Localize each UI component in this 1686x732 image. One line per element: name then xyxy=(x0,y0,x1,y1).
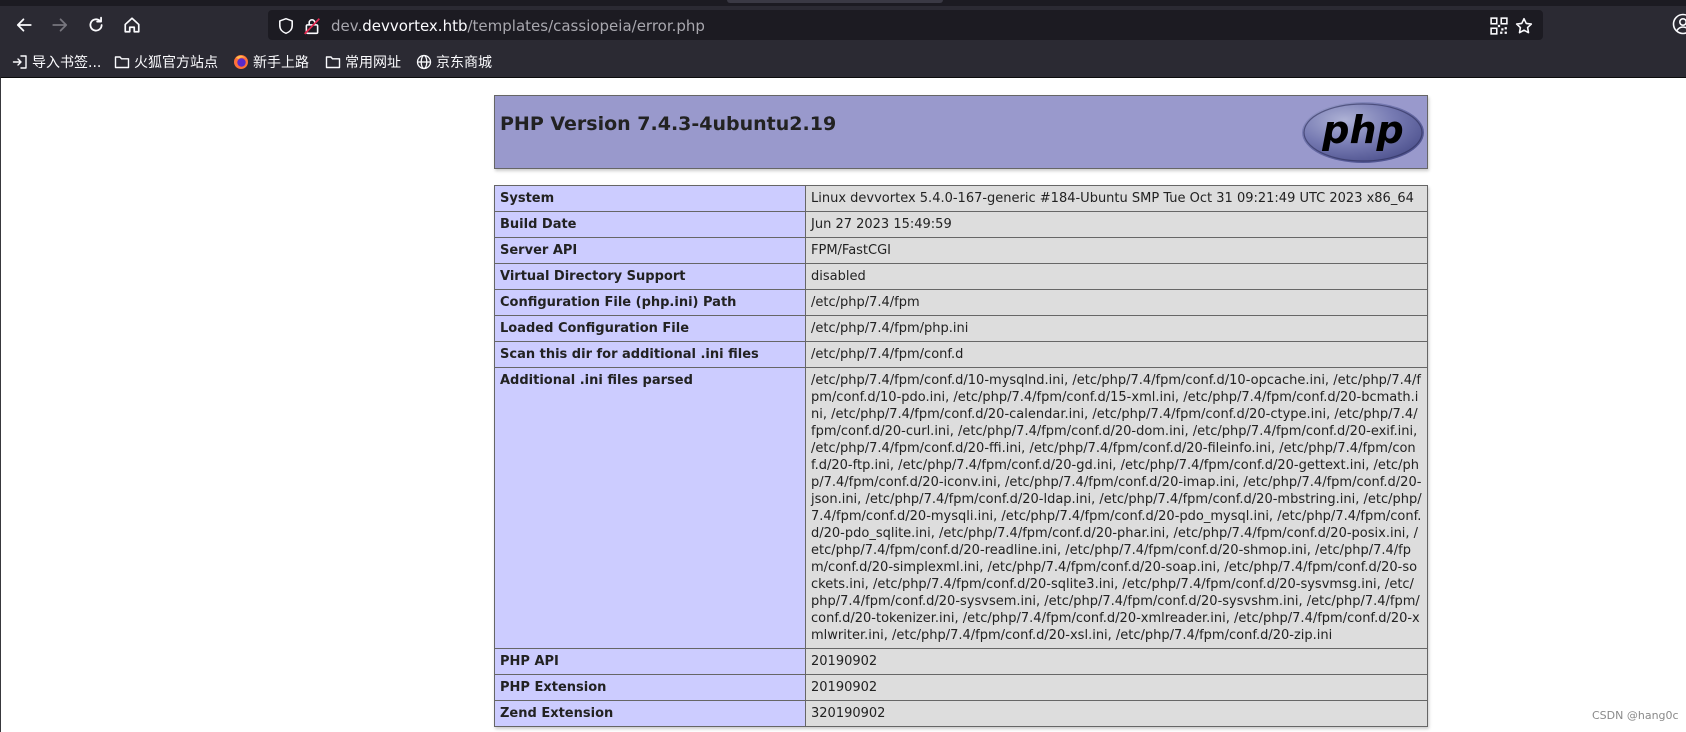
browser-toolbar: dev.devvortex.htb/templates/cassiopeia/e… xyxy=(0,0,1686,77)
info-value: 320190902 xyxy=(805,700,1428,727)
info-row: Additional .ini files parsed/etc/php/7.4… xyxy=(494,367,1428,649)
info-value: disabled xyxy=(805,263,1428,290)
bookmark-star-icon[interactable] xyxy=(1515,17,1533,35)
php-logo-text: php xyxy=(1321,108,1403,152)
back-arrow-icon xyxy=(16,18,32,32)
account-icon[interactable] xyxy=(1672,13,1686,35)
bookmark-getting-started[interactable]: 新手上路 xyxy=(233,51,309,73)
info-row: Configuration File (php.ini) Path/etc/ph… xyxy=(494,289,1428,316)
info-row: Loaded Configuration File/etc/php/7.4/fp… xyxy=(494,315,1428,342)
folder-icon xyxy=(325,56,341,69)
forward-arrow-icon xyxy=(52,18,68,32)
bookmark-label: 常用网址 xyxy=(345,55,401,71)
info-value: Jun 27 2023 15:49:59 xyxy=(805,211,1428,238)
back-button[interactable] xyxy=(9,10,39,40)
home-button[interactable] xyxy=(117,10,147,40)
bookmark-jd-mall[interactable]: 京东商城 xyxy=(416,51,492,73)
firefox-icon xyxy=(234,55,248,69)
info-key: Server API xyxy=(494,237,806,264)
info-key: Configuration File (php.ini) Path xyxy=(494,289,806,316)
reload-icon xyxy=(89,16,103,32)
php-logo[interactable]: php xyxy=(1301,101,1425,164)
phpinfo-container: PHP Version 7.4.3-4ubuntu2.19 php System… xyxy=(494,95,1428,727)
active-tab-edge[interactable] xyxy=(727,0,943,3)
info-key: Additional .ini files parsed xyxy=(494,367,806,649)
info-value: /etc/php/7.4/fpm/conf.d/10-mysqlnd.ini, … xyxy=(805,367,1428,649)
info-value: FPM/FastCGI xyxy=(805,237,1428,264)
reload-button[interactable] xyxy=(81,10,111,40)
bookmark-common-sites[interactable]: 常用网址 xyxy=(325,51,401,73)
url-host: devvortex.htb xyxy=(362,17,468,35)
info-value: /etc/php/7.4/fpm/conf.d xyxy=(805,341,1428,368)
bookmark-firefox-site[interactable]: 火狐官方站点 xyxy=(114,51,218,73)
info-value: 20190902 xyxy=(805,674,1428,701)
url-path: /templates/cassiopeia/error.php xyxy=(467,17,705,35)
info-value: 20190902 xyxy=(805,648,1428,675)
home-icon xyxy=(124,17,140,33)
qr-code-icon[interactable] xyxy=(1490,17,1508,35)
info-row: System Linux devvortex 5.4.0-167-generic … xyxy=(494,185,1428,212)
bookmark-label: 导入书签... xyxy=(32,55,102,71)
insecure-lock-icon[interactable] xyxy=(303,17,321,35)
info-row: PHP API 20190902 xyxy=(494,648,1428,675)
info-value: /etc/php/7.4/fpm/php.ini xyxy=(805,315,1428,342)
bookmark-label: 京东商城 xyxy=(436,55,492,71)
folder-icon xyxy=(114,56,130,69)
php-version-title: PHP Version 7.4.3-4ubuntu2.19 xyxy=(500,113,837,135)
info-row: Server API FPM/FastCGI xyxy=(494,237,1428,264)
info-key: Virtual Directory Support xyxy=(494,263,806,290)
info-key: PHP API xyxy=(494,648,806,675)
page-viewport: PHP Version 7.4.3-4ubuntu2.19 php System… xyxy=(0,77,1686,732)
address-bar[interactable]: dev.devvortex.htb/templates/cassiopeia/e… xyxy=(268,10,1543,40)
bookmark-label: 新手上路 xyxy=(253,55,309,71)
csdn-watermark: CSDN @hang0c xyxy=(1592,709,1679,722)
info-row: Zend Extension 320190902 xyxy=(494,700,1428,727)
info-key: Build Date xyxy=(494,211,806,238)
forward-button[interactable] xyxy=(45,10,75,40)
info-row: Build Date Jun 27 2023 15:49:59 xyxy=(494,211,1428,238)
info-key: Scan this dir for additional .ini files xyxy=(494,341,806,368)
url-text[interactable]: dev.devvortex.htb/templates/cassiopeia/e… xyxy=(331,17,705,35)
import-icon xyxy=(12,55,27,69)
info-value: Linux devvortex 5.4.0-167-generic #184-U… xyxy=(805,185,1428,212)
info-key: Loaded Configuration File xyxy=(494,315,806,342)
phpinfo-table: System Linux devvortex 5.4.0-167-generic … xyxy=(494,185,1428,727)
info-row: Virtual Directory Support disabled xyxy=(494,263,1428,290)
bookmark-label: 火狐官方站点 xyxy=(134,55,218,71)
globe-icon xyxy=(416,54,432,70)
url-host-prefix: dev. xyxy=(331,17,363,35)
info-value: /etc/php/7.4/fpm xyxy=(805,289,1428,316)
info-row: Scan this dir for additional .ini files /… xyxy=(494,341,1428,368)
info-key: Zend Extension xyxy=(494,700,806,727)
info-key: System xyxy=(494,185,806,212)
shield-icon[interactable] xyxy=(277,17,295,35)
info-row: PHP Extension 20190902 xyxy=(494,674,1428,701)
bookmarks-toolbar: 导入书签... 火狐官方站点 新手上路 常用网址 京东商城 xyxy=(0,48,1686,76)
info-key: PHP Extension xyxy=(494,674,806,701)
bookmark-import[interactable]: 导入书签... xyxy=(12,51,101,73)
phpinfo-header: PHP Version 7.4.3-4ubuntu2.19 php xyxy=(494,95,1428,169)
